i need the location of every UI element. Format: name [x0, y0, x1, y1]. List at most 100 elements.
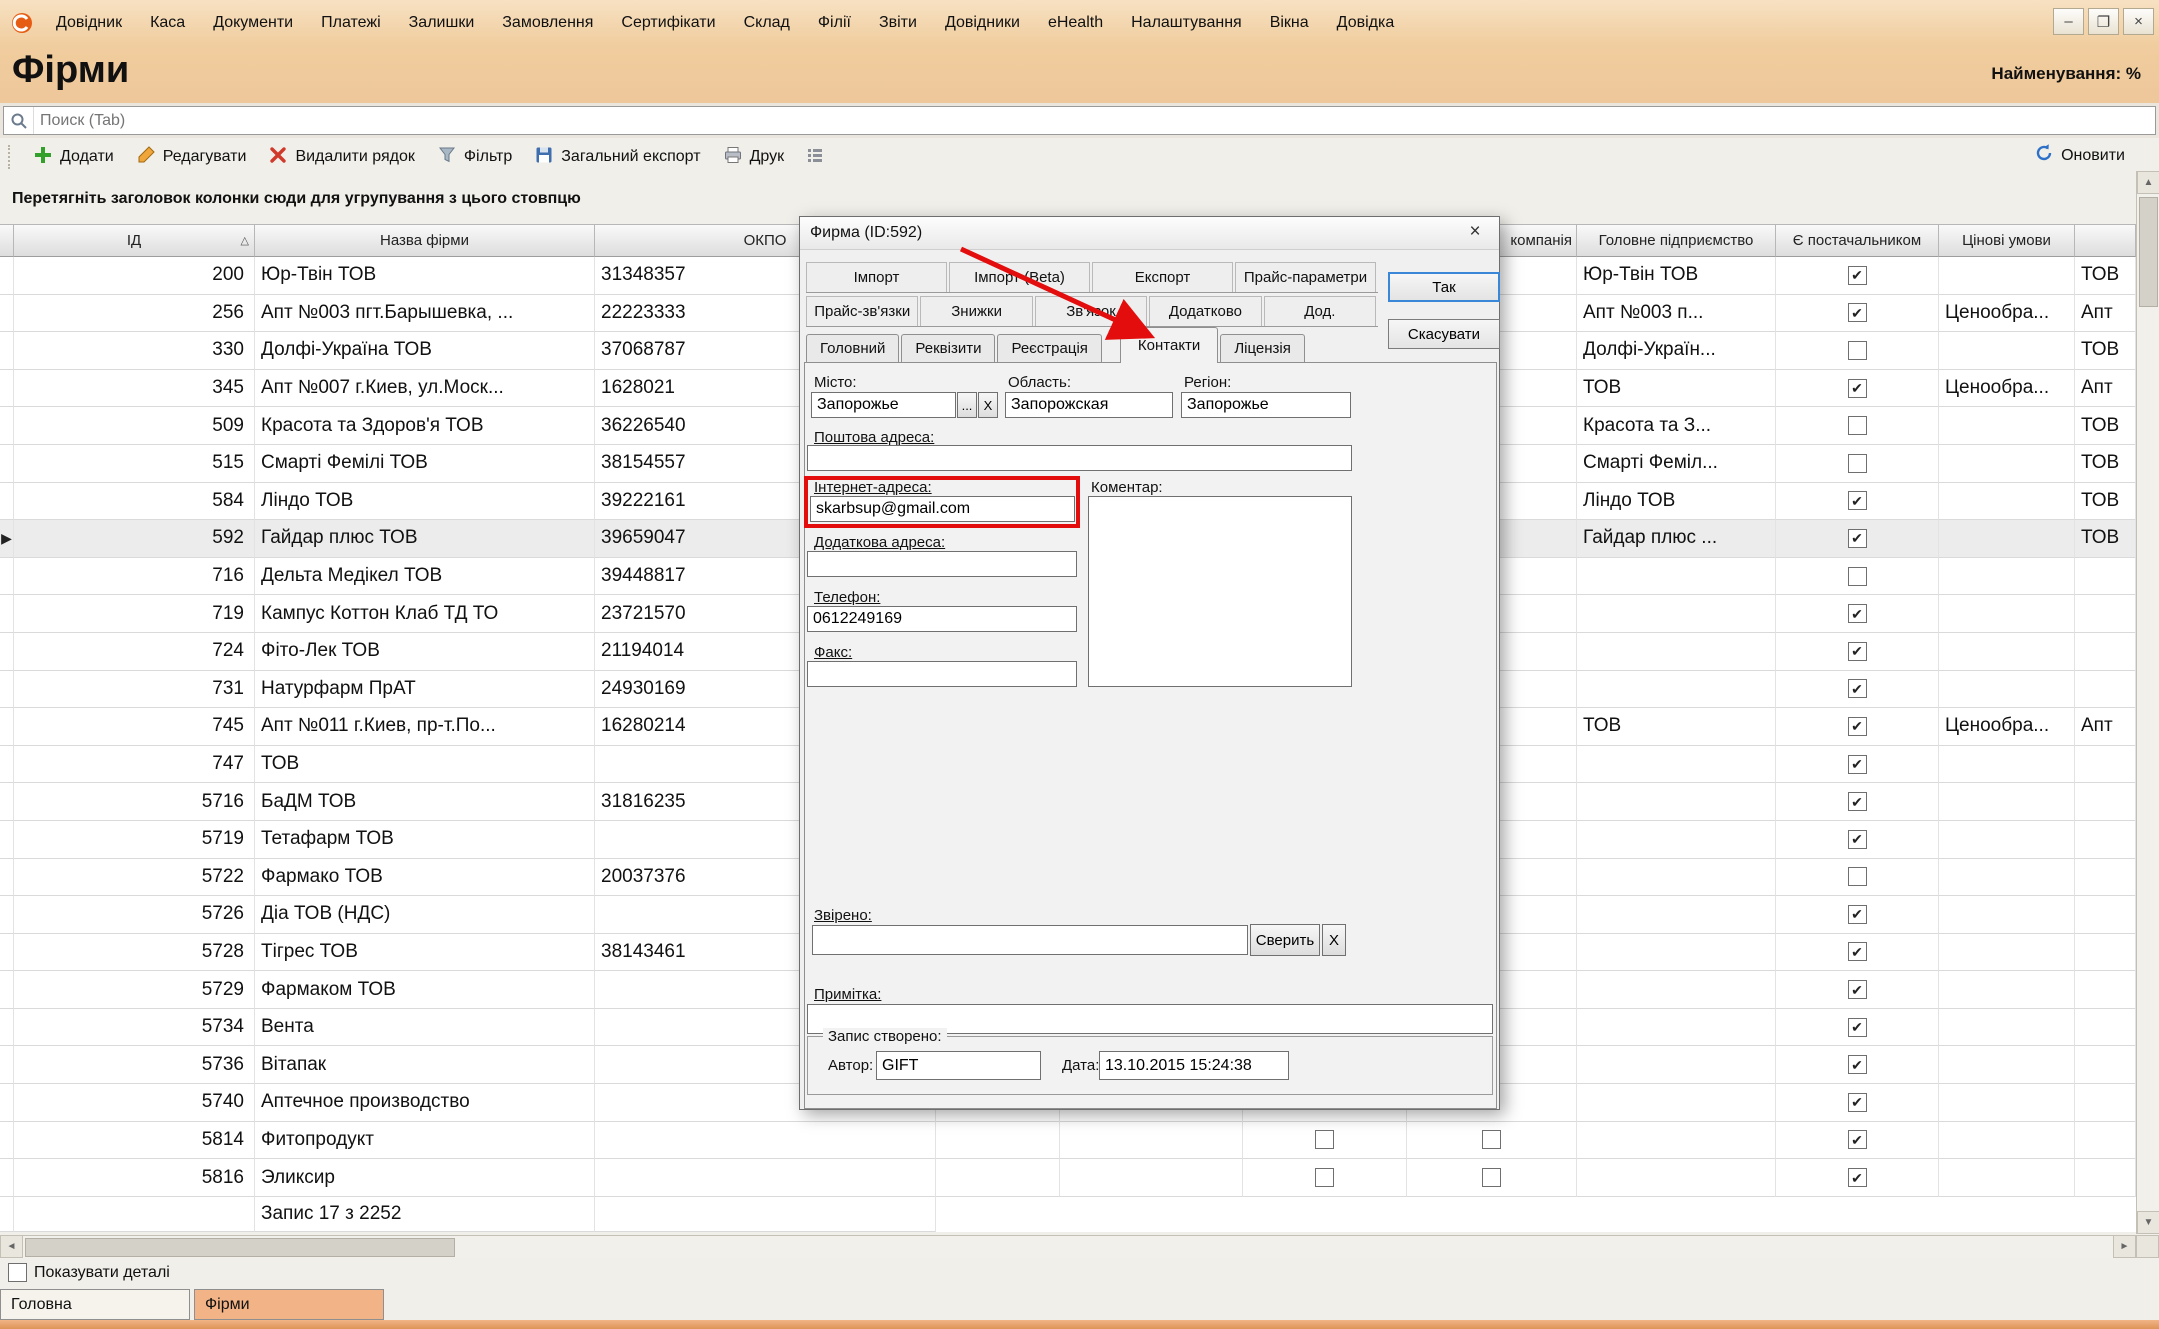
checkbox[interactable]: ✔ — [1848, 491, 1867, 510]
checkbox[interactable] — [1315, 1168, 1334, 1187]
checkbox[interactable] — [1482, 1168, 1501, 1187]
menu-item[interactable]: eHealth — [1034, 8, 1117, 38]
checkbox[interactable]: ✔ — [1848, 792, 1867, 811]
menu-item[interactable]: Каса — [136, 8, 199, 38]
show-details-toggle[interactable]: Показувати деталі — [8, 1263, 170, 1282]
checkbox[interactable]: ✔ — [1848, 905, 1867, 924]
dialog-tab[interactable]: Реєстрація — [997, 334, 1101, 362]
menu-item[interactable]: Склад — [730, 8, 804, 38]
checkbox[interactable]: ✔ — [1848, 604, 1867, 623]
comment-textarea[interactable] — [1088, 496, 1352, 687]
checkbox[interactable] — [1482, 1130, 1501, 1149]
menu-item[interactable]: Довідники — [931, 8, 1034, 38]
checkbox[interactable]: ✔ — [1848, 755, 1867, 774]
delete-row-button[interactable]: Видалити рядок — [259, 140, 423, 175]
col-header-name[interactable]: Назва фірми — [255, 224, 595, 257]
fax-input[interactable] — [807, 661, 1077, 687]
view-options-button[interactable] — [797, 141, 833, 174]
checkbox[interactable]: ✔ — [1848, 679, 1867, 698]
add-button[interactable]: Додати — [24, 140, 123, 175]
dialog-tab[interactable]: Додатково — [1149, 296, 1261, 326]
filter-button[interactable]: Фільтр — [428, 140, 521, 175]
col-header-last[interactable] — [2075, 224, 2136, 257]
checkbox[interactable] — [1848, 567, 1867, 586]
scroll-down-icon[interactable]: ▼ — [2137, 1211, 2159, 1234]
show-details-checkbox[interactable] — [8, 1263, 27, 1282]
checkbox[interactable]: ✔ — [1848, 1168, 1867, 1187]
close-icon[interactable]: × — [1463, 221, 1487, 243]
verify-button[interactable]: Сверить — [1250, 924, 1320, 956]
col-header-gutter[interactable] — [0, 224, 14, 257]
ok-button[interactable]: Так — [1388, 272, 1500, 302]
city-clear-button[interactable]: X — [978, 392, 998, 418]
checkbox[interactable]: ✔ — [1848, 1130, 1867, 1149]
col-header-head-company[interactable]: Головне підприємство — [1577, 224, 1776, 257]
dialog-tab[interactable]: Імпорт — [806, 262, 947, 292]
vertical-scrollbar[interactable]: ▲ ▼ — [2136, 171, 2159, 1234]
checkbox[interactable]: ✔ — [1848, 529, 1867, 548]
bottom-tab[interactable]: Головна — [0, 1289, 190, 1320]
author-input[interactable] — [876, 1051, 1041, 1080]
checkbox[interactable] — [1848, 416, 1867, 435]
menu-item[interactable]: Документи — [199, 8, 307, 38]
search-input[interactable] — [34, 112, 2155, 130]
vertical-scroll-thumb[interactable] — [2139, 197, 2158, 307]
checkbox[interactable]: ✔ — [1848, 1018, 1867, 1037]
search-box[interactable] — [3, 106, 2156, 135]
menu-item[interactable]: Звіти — [865, 8, 931, 38]
menu-item[interactable]: Сертифікати — [607, 8, 729, 38]
dialog-tab[interactable]: Дод. — [1264, 296, 1376, 326]
menu-item[interactable]: Замовлення — [488, 8, 607, 38]
menu-item[interactable]: Вікна — [1256, 8, 1323, 38]
col-header-id[interactable]: ІД △ — [14, 224, 255, 257]
region-input[interactable] — [1181, 392, 1351, 418]
city-input[interactable] — [811, 392, 956, 418]
minimize-button[interactable]: – — [2053, 8, 2084, 35]
dialog-tab[interactable]: Контакти — [1120, 327, 1218, 363]
menu-item[interactable]: Залишки — [395, 8, 489, 38]
maximize-button[interactable]: ❐ — [2088, 8, 2119, 35]
table-row[interactable]: 5816Эликсир✔ — [0, 1159, 2136, 1197]
horizontal-scroll-thumb[interactable] — [25, 1238, 455, 1257]
verify-clear-button[interactable]: X — [1322, 924, 1346, 956]
scroll-right-icon[interactable]: ► — [2113, 1235, 2136, 1258]
export-button[interactable]: Загальний експорт — [525, 140, 709, 175]
print-button[interactable]: Друк — [714, 140, 794, 175]
bottom-tab[interactable]: Фірми — [194, 1289, 384, 1320]
dialog-tab[interactable]: Знижки — [920, 296, 1032, 326]
phone-input[interactable] — [807, 606, 1077, 632]
checkbox[interactable] — [1848, 341, 1867, 360]
date-input[interactable] — [1099, 1051, 1289, 1080]
menu-item[interactable]: Довідник — [42, 8, 136, 38]
extra-address-input[interactable] — [807, 551, 1077, 577]
oblast-input[interactable] — [1005, 392, 1173, 418]
checkbox[interactable]: ✔ — [1848, 642, 1867, 661]
refresh-button[interactable]: Оновити — [2034, 143, 2125, 168]
checkbox[interactable]: ✔ — [1848, 266, 1867, 285]
checkbox[interactable]: ✔ — [1848, 303, 1867, 322]
dialog-tab[interactable]: Прайс-параметри — [1235, 262, 1376, 292]
dialog-tab[interactable]: Головний — [806, 334, 899, 362]
checkbox[interactable]: ✔ — [1848, 1093, 1867, 1112]
edit-button[interactable]: Редагувати — [127, 140, 256, 175]
checkbox[interactable]: ✔ — [1848, 717, 1867, 736]
scroll-left-icon[interactable]: ◄ — [0, 1235, 23, 1258]
checkbox[interactable]: ✔ — [1848, 942, 1867, 961]
menu-item[interactable]: Філії — [804, 8, 865, 38]
verified-input[interactable] — [812, 925, 1248, 955]
postal-address-input[interactable] — [807, 445, 1352, 471]
dialog-tab[interactable]: Реквізити — [901, 334, 995, 362]
dialog-tab[interactable]: Імпорт (Beta) — [949, 262, 1090, 292]
cancel-button[interactable]: Скасувати — [1388, 319, 1500, 349]
checkbox[interactable] — [1315, 1130, 1334, 1149]
menu-item[interactable]: Налаштування — [1117, 8, 1256, 38]
menu-item[interactable]: Довідка — [1323, 8, 1409, 38]
checkbox[interactable] — [1848, 867, 1867, 886]
dialog-tab[interactable]: Зв'язок — [1035, 296, 1147, 326]
close-window-button[interactable]: × — [2123, 8, 2154, 35]
horizontal-scrollbar[interactable]: ◄ ► — [0, 1235, 2136, 1258]
dialog-tab[interactable]: Ліцензія — [1220, 334, 1305, 362]
city-browse-button[interactable]: ... — [957, 392, 977, 418]
col-header-supplier[interactable]: Є постачальником — [1776, 224, 1939, 257]
dialog-tab[interactable]: Прайс-зв'язки — [806, 296, 918, 326]
